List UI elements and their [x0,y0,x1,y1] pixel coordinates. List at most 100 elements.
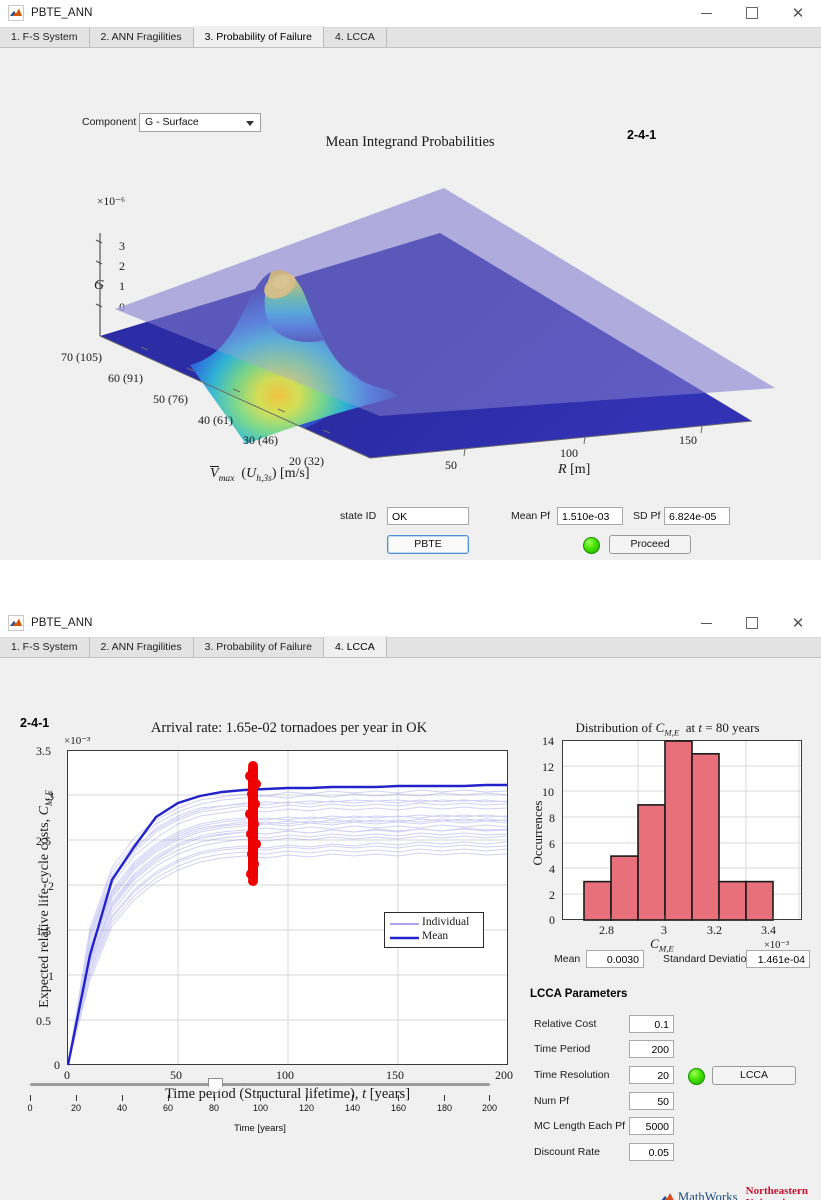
y-tick-60: 60 (91) [108,371,143,385]
hist-sd-field[interactable]: 1.461e-04 [746,950,810,968]
y-tick-70: 70 (105) [61,350,102,364]
maximize-button[interactable] [729,0,775,26]
hist-y-tick-12: 12 [542,760,554,774]
tab-lcca[interactable]: 4. LCCA [324,27,387,47]
northeastern-logo: Northeastern University [745,1185,808,1200]
hist-y-tick-8: 8 [549,811,555,825]
slider-tick-0: 0 [27,1103,33,1113]
y-tick-50: 50 (76) [153,392,188,406]
slider-tick-200: 200 [481,1103,498,1113]
tab-ann-fragilities[interactable]: 2. ANN Fragilities [89,27,194,47]
y-tick-30: 30 (46) [243,433,278,447]
matlab-icon [8,615,24,631]
param-label-mc-length: MC Length Each Pf [534,1120,626,1132]
hist-y-tick-6: 6 [549,837,555,851]
minimize-button[interactable] [683,0,729,26]
hist-y-tick-14: 14 [542,734,554,748]
x-axis-label: R [m] [558,462,591,477]
param-label-discount-rate: Discount Rate [534,1146,600,1158]
lcca-y-tick-0: 0 [54,1058,60,1072]
slider-axis-label: Time [years] [234,1123,286,1134]
slider-tick-40: 40 [116,1103,127,1113]
status-lamp-icon [583,537,600,554]
time-slider-track[interactable] [30,1083,490,1086]
param-field-discount-rate[interactable]: 0.05 [629,1143,674,1161]
tab-fs-system[interactable]: 1. F-S System [0,637,90,657]
tab-probability-of-failure[interactable]: 3. Probability of Failure [193,26,325,47]
minimize-button[interactable] [683,610,729,636]
hist-y-tick-4: 4 [549,862,555,876]
lcca-line-chart: Arrival rate: 1.65e-02 tornadoes per yea… [14,720,514,1110]
footer-logos-bottom: MathWorks Northeastern University [660,1185,808,1200]
tab-strip-bottom: 1. F-S System 2. ANN Fragilities 3. Prob… [0,636,821,658]
param-label-relative-cost: Relative Cost [534,1018,597,1030]
param-field-time-period[interactable]: 200 [629,1040,674,1058]
lcca-y-tick-0p5: 0.5 [36,1014,51,1028]
tab-ann-fragilities[interactable]: 2. ANN Fragilities [89,637,194,657]
param-field-mc-length[interactable]: 5000 [629,1117,674,1135]
x-tick-100: 100 [560,446,578,460]
hist-mean-label: Mean [554,953,581,965]
mathworks-label: MathWorks [678,1190,738,1200]
param-label-time-period: Time Period [534,1043,591,1055]
state-id-label: state ID [340,510,377,522]
tab-strip-filler [386,27,821,47]
chevron-down-icon [246,121,254,126]
tab-content-lcca: 2-4-1 Arrival rate: 1.65e-02 tornadoes p… [0,658,821,1200]
slider-tick-120: 120 [298,1103,315,1113]
hist-x-tick-3p4: 3.4 [761,923,776,937]
time-slider-group: 0 20 40 60 80 100 120 140 160 180 200 Ti… [27,1073,497,1143]
sd-pf-label: SD Pf [633,510,661,522]
window-pbte-ann-bottom: PBTE_ANN ✕ 1. F-S System 2. ANN Fragilit… [0,610,821,1200]
param-label-num-pf: Num Pf [534,1095,570,1107]
tab-probability-of-failure[interactable]: 3. Probability of Failure [193,637,325,657]
param-field-num-pf[interactable]: 50 [629,1092,674,1110]
component-dropdown-value: G - Surface [145,116,199,128]
slider-tick-80: 80 [208,1103,219,1113]
slider-tick-160: 160 [390,1103,407,1113]
tab-content-probability-of-failure: Component G - Surface 2-4-1 Mean Integra… [0,48,821,560]
hist-y-tick-0: 0 [549,913,555,927]
title-bar-bottom: PBTE_ANN ✕ [0,610,821,637]
state-id-field[interactable]: OK [387,507,469,525]
hist-y-tick-10: 10 [542,785,554,799]
mathworks-logo: MathWorks [660,1190,738,1200]
param-field-time-resolution[interactable]: 20 [629,1066,674,1084]
proceed-button[interactable]: Proceed [609,535,691,554]
lcca-y-tick-3p5: 3.5 [36,744,51,758]
x-tick-150: 150 [679,433,697,447]
time-slider-thumb[interactable] [208,1078,223,1093]
lcca-parameters-title: LCCA Parameters [530,988,628,1000]
tab-lcca[interactable]: 4. LCCA [324,636,387,657]
mean-pf-field[interactable]: 1.510e-03 [557,507,623,525]
hist-mean-field[interactable]: 0.0030 [586,950,644,968]
slider-tick-100: 100 [252,1103,269,1113]
histogram-bars [583,740,774,921]
close-button[interactable]: ✕ [775,610,821,636]
window-pbte-ann-top: PBTE_ANN ✕ 1. F-S System 2. ANN Fragilit… [0,0,821,560]
lcca-run-button[interactable]: LCCA [712,1066,796,1085]
slider-tick-60: 60 [162,1103,173,1113]
param-field-relative-cost[interactable]: 0.1 [629,1015,674,1033]
close-button[interactable]: ✕ [775,0,821,26]
slider-tick-20: 20 [70,1103,81,1113]
tab-fs-system[interactable]: 1. F-S System [0,27,90,47]
title-bar-top: PBTE_ANN ✕ [0,0,821,27]
sd-pf-field[interactable]: 6.824e-05 [664,507,730,525]
lcca-x-tick-200: 200 [495,1068,513,1082]
y-tick-40: 40 (61) [198,413,233,427]
lcca-status-lamp-icon [688,1068,705,1085]
matlab-icon [8,5,24,21]
maximize-button[interactable] [729,610,775,636]
surface-plot-figure: Mean Integrand Probabilities ×10⁻⁶ G 3 2… [40,128,780,498]
tab-strip-top: 1. F-S System 2. ANN Fragilities 3. Prob… [0,26,821,48]
northeastern-line1: Northeastern [745,1185,808,1197]
mean-pf-label: Mean Pf [511,510,551,522]
window-title: PBTE_ANN [31,617,93,629]
pbte-button[interactable]: PBTE [387,535,469,554]
histogram-chart: Distribution of CM,E at t = 80 years Occ… [520,720,815,970]
lcca-y-tick-1p5: 1.5 [36,924,51,938]
x-tick-50: 50 [445,458,457,472]
lcca-y-tick-3: 3 [48,789,54,803]
lcca-y-tick-1: 1 [48,969,54,983]
